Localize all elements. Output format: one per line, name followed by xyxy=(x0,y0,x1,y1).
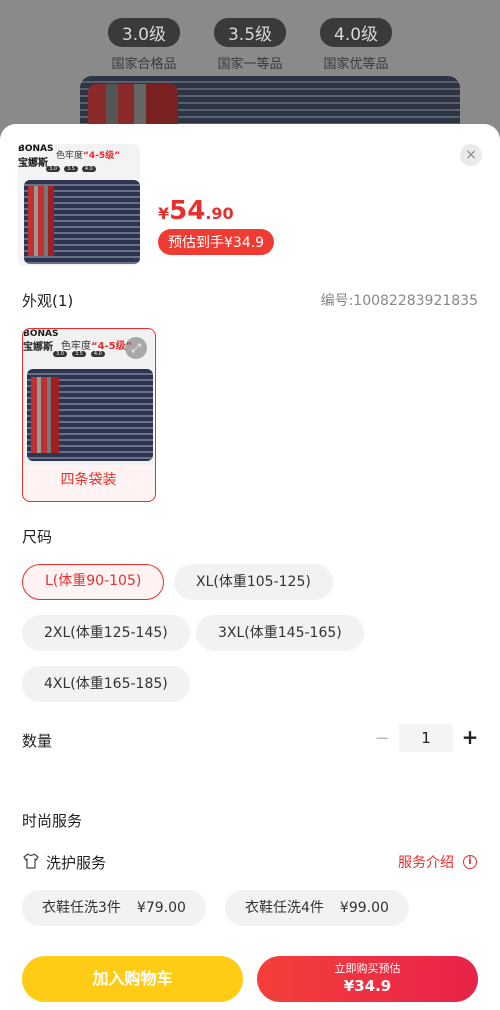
thumb-title: 色牢度“4-5级” xyxy=(56,151,121,161)
quantity-decrement-button[interactable]: − xyxy=(372,728,392,749)
grade-badge: 4.0级 国家优等品 xyxy=(320,18,393,72)
thumb-product-image xyxy=(24,180,140,264)
grade-level: 3.5级 xyxy=(213,18,287,47)
product-price: ¥54.90 xyxy=(158,196,234,226)
grade-level: 4.0级 xyxy=(320,18,393,47)
estimated-price-badge: 预估到手¥34.9 xyxy=(158,229,275,255)
service-option-name: 衣鞋任洗4件 xyxy=(245,900,324,916)
size-option-3xl[interactable]: 3XL(体重145-165) xyxy=(196,615,364,651)
expand-icon[interactable]: ⤢ xyxy=(125,337,147,359)
sku-selector-sheet: BONAS 宝娜斯 色牢度“4-5级” 3.0 3.5 4.0 × ¥54.90 预… xyxy=(0,124,500,1010)
grade-caption: 国家一等品 xyxy=(217,57,283,72)
service-option[interactable]: 衣鞋任洗3件 ¥79.00 xyxy=(22,890,206,926)
product-code: 编号:10082283921835 xyxy=(320,293,478,309)
size-option-xl[interactable]: XL(体重105-125) xyxy=(174,564,333,600)
quantity-input[interactable]: 1 xyxy=(399,724,453,752)
variant-option[interactable]: BONAS 宝娜斯 色牢度“4-5级” 3.0 3.5 4.0 ⤢ 四条袋装 xyxy=(22,328,156,502)
quantity-label: 数量 xyxy=(22,732,53,750)
tshirt-icon xyxy=(23,853,39,869)
service-option-name: 衣鞋任洗3件 xyxy=(42,900,121,916)
price-decimal: .90 xyxy=(205,204,234,223)
service-option-price: ¥99.00 xyxy=(339,900,389,916)
size-label: 尺码 xyxy=(22,528,53,546)
appearance-label: 外观(1) xyxy=(22,292,74,310)
buy-now-label: 立即购买预估 xyxy=(334,962,401,975)
price-currency: ¥ xyxy=(158,204,170,223)
fashion-service-label: 时尚服务 xyxy=(22,812,83,830)
grade-caption: 国家优等品 xyxy=(323,57,389,72)
price-integer: 54 xyxy=(169,196,206,226)
background-grade-badges: 3.0级 国家合格品 3.5级 国家一等品 4.0级 国家优等品 xyxy=(0,18,500,72)
quantity-increment-button[interactable]: + xyxy=(460,725,480,749)
service-option-price: ¥79.00 xyxy=(136,900,186,916)
wash-service-label: 洗护服务 xyxy=(46,854,107,872)
service-intro-link[interactable]: 服务介绍 xyxy=(398,852,454,872)
size-option-2xl[interactable]: 2XL(体重125-145) xyxy=(22,615,190,651)
brand-logo-cn: 宝娜斯 xyxy=(18,158,48,169)
size-option-4xl[interactable]: 4XL(体重165-185) xyxy=(22,666,190,702)
variant-label: 四条袋装 xyxy=(60,472,117,488)
variant-image-title: 色牢度“4-5级” xyxy=(61,341,133,352)
info-icon[interactable]: i xyxy=(463,855,477,869)
grade-caption: 国家合格品 xyxy=(111,57,177,72)
thumb-grade-dots: 3.0 3.5 4.0 xyxy=(46,166,96,172)
size-option-l[interactable]: L(体重90-105) xyxy=(22,564,165,600)
grade-badge: 3.5级 国家一等品 xyxy=(213,18,287,72)
product-thumbnail[interactable]: BONAS 宝娜斯 色牢度“4-5级” 3.0 3.5 4.0 xyxy=(18,144,140,266)
service-option[interactable]: 衣鞋任洗4件 ¥99.00 xyxy=(225,890,409,926)
buy-now-button[interactable]: 立即购买预估 ¥34.9 xyxy=(257,956,478,1002)
variant-product-image xyxy=(27,369,153,461)
add-to-cart-button[interactable]: 加入购物车 xyxy=(22,956,243,1002)
variant-grade-dots: 3.0 3.5 4.0 xyxy=(53,351,105,357)
close-icon[interactable]: × xyxy=(460,144,482,166)
grade-level: 3.0级 xyxy=(107,18,180,47)
brand-logo-cn: 宝娜斯 xyxy=(23,342,53,353)
brand-logo: BONAS xyxy=(18,144,54,154)
buy-now-price: ¥34.9 xyxy=(343,977,392,995)
grade-badge: 3.0级 国家合格品 xyxy=(107,18,180,72)
